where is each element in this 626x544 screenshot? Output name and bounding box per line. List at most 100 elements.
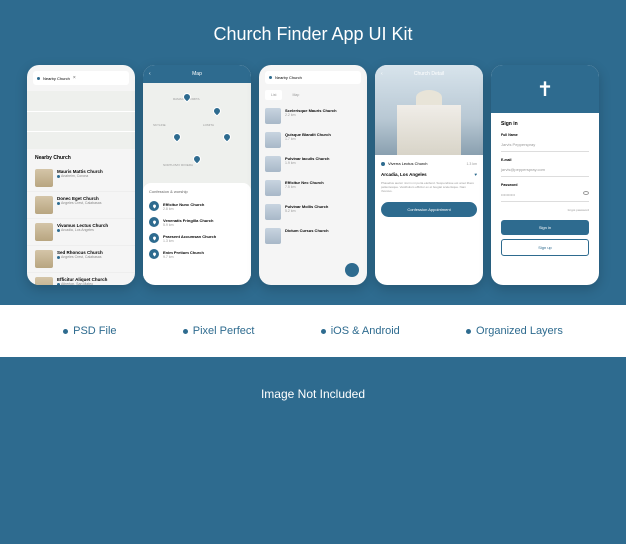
favorite-icon[interactable]: ♥ [474,172,477,177]
list-item[interactable]: Pulvinar Iaculis Church1.9 km [259,152,367,176]
church-list: Scelerisque Mauris Church2.2 kmQuisque B… [259,104,367,248]
church-name: Praesent Accumsan Church [163,234,216,239]
church-thumb [35,223,53,241]
list-item[interactable]: Mauris Mattis ChurchAnaheim, Corona [27,165,135,192]
form-title: Sign in [501,121,589,127]
church-thumb [265,132,281,148]
signin-header: ✝ [491,65,599,113]
screen-nearby: Nearby Church × Nearby Church Mauris Mat… [27,65,135,285]
church-thumb [35,250,53,268]
sheet-item[interactable]: Venenatis Fringilla Church5.9 km [149,214,245,230]
list-item[interactable]: Pulvinar Mollis Church5.2 km [259,200,367,224]
list-item[interactable]: Efficitur Aliquet ChurchAtherton, San Ma… [27,273,135,285]
forgot-password-link[interactable]: forgot password [501,208,589,212]
distance: 2.8 km [163,207,204,211]
sheet-subtitle: Confession & worship [149,189,245,194]
church-name: Efficitur Nunc Church [163,202,204,207]
church-thumb [35,196,53,214]
map-label: SKYLINE [153,123,166,127]
church-thumb [265,228,281,244]
map-pin-icon[interactable] [171,131,182,142]
map-pin-icon[interactable] [191,153,202,164]
city-row: Arcadia, Los Angeles ♥ [375,172,483,181]
list-item[interactable]: Sed Rhoncus ChurchAngeles Crest, Calabas… [27,246,135,273]
password-label: Password [501,183,589,187]
page-title: Church Finder App UI Kit [0,0,626,65]
distance: 9.7 km [163,255,204,259]
close-icon[interactable]: × [73,75,76,81]
bottom-sheet[interactable]: Confession & worship Efficitur Nunc Chur… [143,183,251,283]
pin-icon [57,229,60,232]
filter-row: List Map [259,90,367,104]
list-item[interactable]: Dictum Cursus Church [259,224,367,248]
eye-icon[interactable] [583,191,589,195]
search-icon [269,76,272,79]
screen-list: Nearby Church List Map Scelerisque Mauri… [259,65,367,285]
distance: 1.3 km [163,239,216,243]
search-icon [37,77,40,80]
map-canvas[interactable]: RAMACHA LOMITA SKYLINE LOMITA NORTH BAY … [143,83,251,283]
email-input[interactable]: jarvis@pepperspray.com [501,164,589,177]
church-thumb [265,204,281,220]
location-row: Viverra Lectus Church 1.3 km [375,155,483,172]
distance: 1.9 km [285,161,329,165]
cross-icon: ✝ [537,77,554,102]
search-bar[interactable]: Nearby Church × [33,71,129,85]
features-bar: PSD File Pixel Perfect iOS & Android Organi… [0,305,626,357]
church-thumb [265,108,281,124]
signin-form: Sign in Full Name Jarvis Pepperspray E-m… [491,113,599,264]
list-item[interactable]: Quisque Blandit Church1.7 km [259,128,367,152]
section-title: Nearby Church [27,149,135,165]
map-label: NORTH BAY RIVIERA [163,163,193,167]
sheet-item[interactable]: Praesent Accumsan Church1.3 km [149,230,245,246]
list-item[interactable]: Scelerisque Mauris Church2.2 km [259,104,367,128]
distance: 5.9 km [163,223,213,227]
name-input[interactable]: Jarvis Pepperspray [501,139,589,152]
church-meta: Angeles Crest, Calabasas [57,255,103,259]
detail-title: Church Detail [375,71,483,77]
appointment-button[interactable]: Confession Appointment [381,202,477,217]
list-item[interactable]: Efficitur Nec Church7.5 km [259,176,367,200]
signup-button[interactable]: Sign up [501,239,589,256]
map-label: LOMITA [203,123,214,127]
feature-item: iOS & Android [321,325,400,337]
phone-mockups: Nearby Church × Nearby Church Mauris Mat… [0,65,626,285]
map-pin-icon[interactable] [211,105,222,116]
screen-signin: ✝ Sign in Full Name Jarvis Pepperspray E… [491,65,599,285]
map-preview[interactable] [27,91,135,149]
signin-button[interactable]: Sign in [501,220,589,235]
pin-icon [149,201,159,211]
pin-icon [149,217,159,227]
church-image [397,105,462,155]
feature-item: Organized Layers [466,325,563,337]
filter-list[interactable]: List [265,90,282,100]
church-thumb [265,156,281,172]
pin-icon [149,233,159,243]
pin-icon [57,283,60,286]
pin-icon [149,249,159,259]
search-bar[interactable]: Nearby Church [265,71,361,84]
screen-map: ‹ Map RAMACHA LOMITA SKYLINE LOMITA NORT… [143,65,251,285]
locate-fab[interactable] [345,263,359,277]
church-meta: Anaheim, Corona [57,174,103,178]
map-pin-icon[interactable] [221,131,232,142]
pin-icon [381,162,385,166]
password-input[interactable]: •••••••••• [501,189,589,202]
city-name: Arcadia, Los Angeles [381,172,427,177]
list-item[interactable]: Donec Eget ChurchAngeles Crest, Calabasa… [27,192,135,219]
feature-item: PSD File [63,325,116,337]
church-thumb [265,180,281,196]
pin-icon [57,256,60,259]
sheet-item[interactable]: Efficitur Nunc Church2.8 km [149,198,245,214]
back-icon[interactable]: ‹ [149,71,151,77]
church-list: Mauris Mattis ChurchAnaheim, CoronaDonec… [27,165,135,285]
church-meta: Atherton, San Mateo [57,282,107,285]
list-item[interactable]: Vivamus Lectus ChurchArcadia, Los Angele… [27,219,135,246]
filter-map[interactable]: Map [286,90,305,100]
feature-item: Pixel Perfect [183,325,255,337]
description: Phasellus auctor nisi in mi porta eleife… [375,181,483,194]
distance: 7.5 km [285,185,324,189]
sheet-item[interactable]: Enim Pretium Church9.7 km [149,246,245,262]
screen-detail: ‹ Church Detail Viverra Lectus Church 1.… [375,65,483,285]
distance: 2.2 km [285,113,337,117]
